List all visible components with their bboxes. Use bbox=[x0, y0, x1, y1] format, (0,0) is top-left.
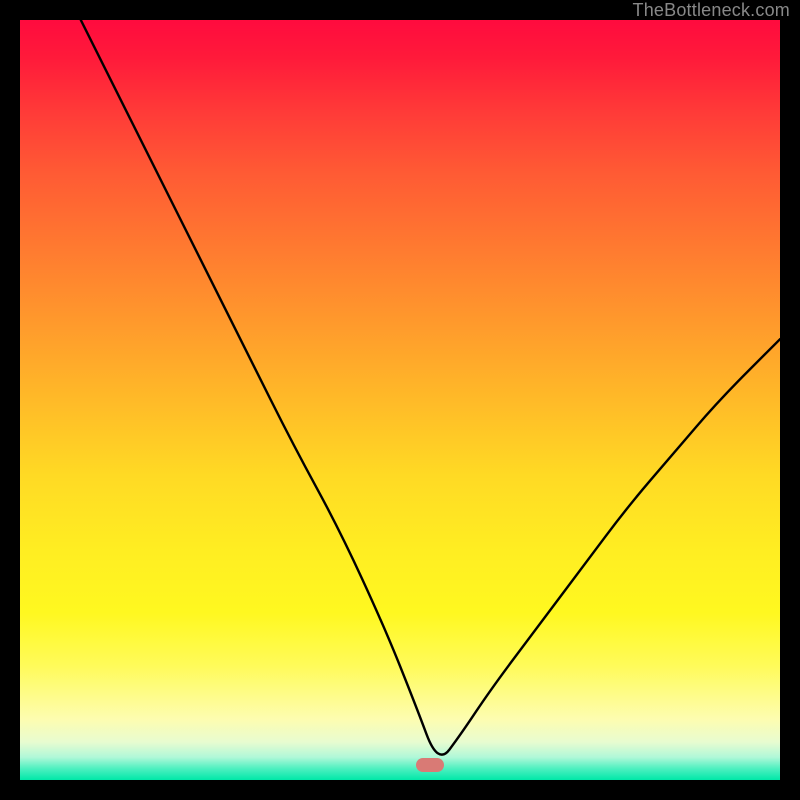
bottleneck-curve bbox=[20, 20, 780, 780]
chart-frame: TheBottleneck.com bbox=[0, 0, 800, 800]
watermark-text: TheBottleneck.com bbox=[633, 0, 790, 21]
plot-area bbox=[20, 20, 780, 780]
optimal-marker bbox=[416, 758, 444, 772]
